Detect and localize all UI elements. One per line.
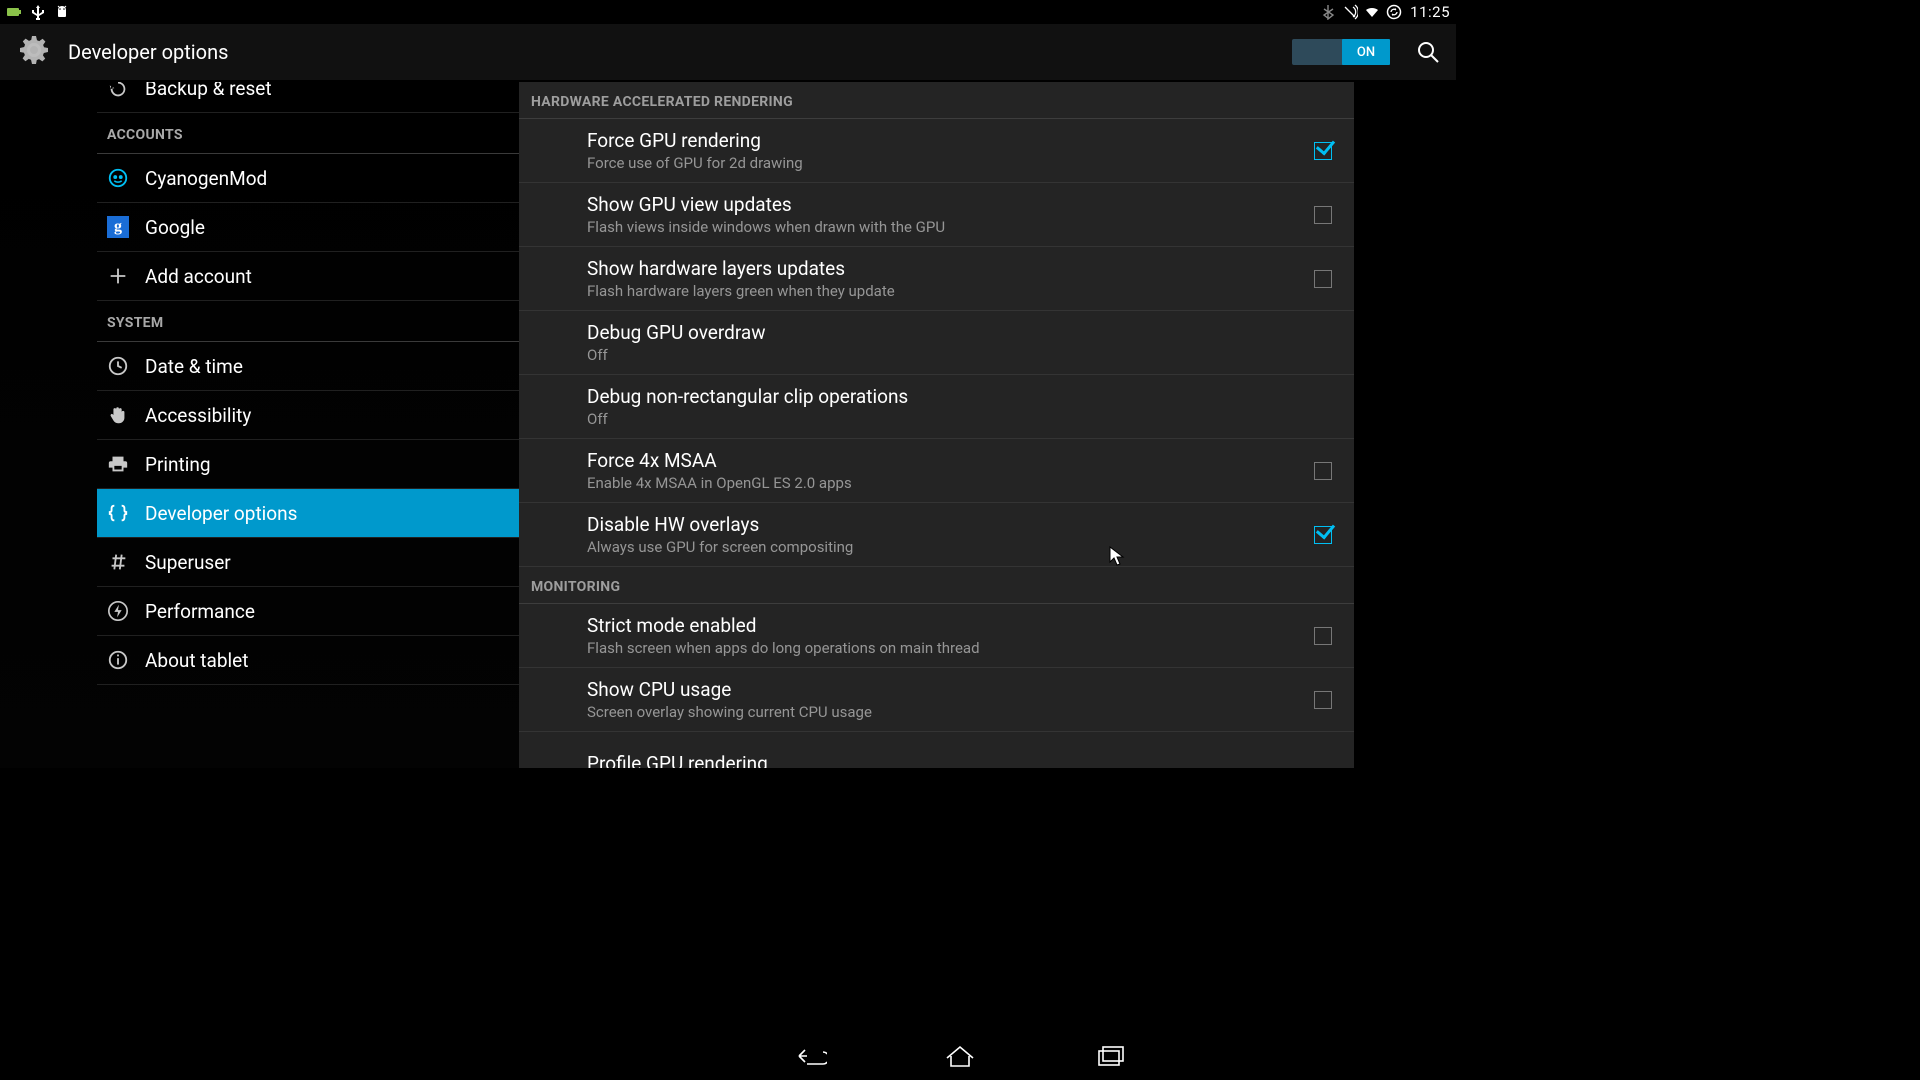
braces-icon <box>107 502 129 524</box>
sidebar-item-accessibility[interactable]: Accessibility <box>97 391 519 440</box>
preference-row[interactable]: Disable HW overlays Always use GPU for sc… <box>519 503 1354 567</box>
preference-title: Show GPU view updates <box>587 193 1314 216</box>
settings-sidebar[interactable]: Backup & reset ACCOUNTS CyanogenMod g Go… <box>0 82 519 768</box>
sidebar-item-add-account[interactable]: Add account <box>97 252 519 301</box>
content-body: Backup & reset ACCOUNTS CyanogenMod g Go… <box>0 82 1456 768</box>
action-bar-left: Developer options <box>14 30 228 74</box>
hash-icon <box>107 551 129 573</box>
checkbox[interactable] <box>1314 462 1332 480</box>
printer-icon <box>107 453 129 475</box>
checkbox[interactable] <box>1314 627 1332 645</box>
master-toggle[interactable]: ON <box>1292 39 1390 65</box>
sidebar-item-label: CyanogenMod <box>145 167 267 190</box>
sidebar-item-about-tablet[interactable]: About tablet <box>97 636 519 685</box>
sidebar-item-label: Google <box>145 216 205 239</box>
preference-title: Profile GPU rendering <box>587 752 1332 769</box>
settings-gear-icon[interactable] <box>14 30 54 74</box>
preference-title: Force GPU rendering <box>587 129 1314 152</box>
info-icon <box>107 649 129 671</box>
preference-title: Disable HW overlays <box>587 513 1314 536</box>
status-left <box>6 4 70 20</box>
action-bar-right: ON <box>1292 38 1442 66</box>
plus-icon <box>107 265 129 287</box>
preference-row[interactable]: Force 4x MSAA Enable 4x MSAA in OpenGL ES… <box>519 439 1354 503</box>
preference-title: Show CPU usage <box>587 678 1314 701</box>
sidebar-item-label: Backup & reset <box>145 82 272 100</box>
preference-row[interactable]: Force GPU rendering Force use of GPU for … <box>519 119 1354 183</box>
preference-title: Force 4x MSAA <box>587 449 1314 472</box>
recent-apps-button[interactable] <box>1090 1040 1130 1072</box>
preference-row[interactable]: Show GPU view updates Flash views inside … <box>519 183 1354 247</box>
preference-summary: Flash views inside windows when drawn wi… <box>587 218 1314 236</box>
sidebar-item-cyanogenmod[interactable]: CyanogenMod <box>97 154 519 203</box>
sidebar-item-label: Performance <box>145 600 255 623</box>
status-right: 11:25 <box>1320 3 1450 21</box>
sidebar-item-developer-options[interactable]: Developer options <box>97 489 519 538</box>
preference-row[interactable]: Show CPU usage Screen overlay showing cur… <box>519 668 1354 732</box>
preference-title: Debug GPU overdraw <box>587 321 1332 344</box>
preference-title: Debug non-rectangular clip operations <box>587 385 1332 408</box>
preference-summary: Off <box>587 410 1332 428</box>
master-toggle-thumb: ON <box>1342 39 1390 65</box>
sync-icon <box>1386 4 1402 20</box>
page-title: Developer options <box>68 40 228 64</box>
bluetooth-icon <box>1320 4 1336 20</box>
hand-icon <box>107 404 129 426</box>
preference-row[interactable]: Debug GPU overdraw Off <box>519 311 1354 375</box>
preference-row[interactable]: Debug non-rectangular clip operations Off <box>519 375 1354 439</box>
sidebar-item-label: Developer options <box>145 502 297 525</box>
preference-summary: Force use of GPU for 2d drawing <box>587 154 1314 172</box>
sidebar-item-backup-reset[interactable]: Backup & reset <box>97 82 519 113</box>
checkbox[interactable] <box>1314 270 1332 288</box>
android-debug-icon <box>54 4 70 20</box>
detail-pane[interactable]: HARDWARE ACCELERATED RENDERING Force GPU… <box>519 82 1354 768</box>
preference-summary: Flash hardware layers green when they up… <box>587 282 1314 300</box>
wifi-icon <box>1364 4 1380 20</box>
search-button[interactable] <box>1414 38 1442 66</box>
preference-summary: Enable 4x MSAA in OpenGL ES 2.0 apps <box>587 474 1314 492</box>
back-button[interactable] <box>790 1040 830 1072</box>
preference-title: Strict mode enabled <box>587 614 1314 637</box>
checkbox[interactable] <box>1314 526 1332 544</box>
battery-icon <box>6 4 22 20</box>
sidebar-item-date-time[interactable]: Date & time <box>97 342 519 391</box>
status-bar: 11:25 <box>0 0 1456 24</box>
preference-row[interactable]: Profile GPU rendering <box>519 732 1354 768</box>
cyanogenmod-icon <box>107 167 129 189</box>
vibrate-icon <box>1342 4 1358 20</box>
bolt-icon <box>107 600 129 622</box>
sidebar-header-accounts: ACCOUNTS <box>97 113 519 154</box>
home-button[interactable] <box>940 1040 980 1072</box>
preference-summary: Flash screen when apps do long operation… <box>587 639 1314 657</box>
preference-row[interactable]: Strict mode enabled Flash screen when app… <box>519 604 1354 668</box>
section-header-hardware-rendering: HARDWARE ACCELERATED RENDERING <box>519 82 1354 119</box>
action-bar: Developer options ON <box>0 24 1456 82</box>
usb-icon <box>30 4 46 20</box>
sidebar-item-superuser[interactable]: Superuser <box>97 538 519 587</box>
preference-summary: Always use GPU for screen compositing <box>587 538 1314 556</box>
checkbox[interactable] <box>1314 691 1332 709</box>
clock-icon <box>107 355 129 377</box>
status-clock: 11:25 <box>1410 3 1450 21</box>
sidebar-item-label: Add account <box>145 265 252 288</box>
sidebar-header-system: SYSTEM <box>97 301 519 342</box>
sidebar-item-label: Printing <box>145 453 211 476</box>
sidebar-item-printing[interactable]: Printing <box>97 440 519 489</box>
restore-icon <box>107 82 129 100</box>
google-icon: g <box>107 216 129 238</box>
sidebar-item-performance[interactable]: Performance <box>97 587 519 636</box>
navigation-bar <box>0 1032 1920 1080</box>
preference-row[interactable]: Show hardware layers updates Flash hardwa… <box>519 247 1354 311</box>
sidebar-item-label: About tablet <box>145 649 248 672</box>
sidebar-item-label: Date & time <box>145 355 243 378</box>
section-header-monitoring: MONITORING <box>519 567 1354 604</box>
preference-summary: Off <box>587 346 1332 364</box>
sidebar-item-google[interactable]: g Google <box>97 203 519 252</box>
preference-summary: Screen overlay showing current CPU usage <box>587 703 1314 721</box>
sidebar-item-label: Accessibility <box>145 404 251 427</box>
preference-title: Show hardware layers updates <box>587 257 1314 280</box>
checkbox[interactable] <box>1314 206 1332 224</box>
checkbox[interactable] <box>1314 142 1332 160</box>
sidebar-item-label: Superuser <box>145 551 231 574</box>
